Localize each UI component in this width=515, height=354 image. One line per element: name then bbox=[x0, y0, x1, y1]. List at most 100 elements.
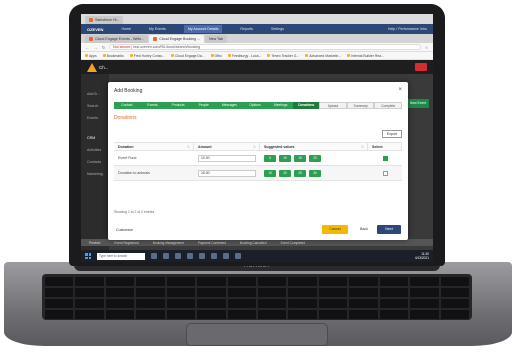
suggested-cell: 5 10 15 20 bbox=[260, 154, 368, 162]
step-summary[interactable]: Summary bbox=[346, 102, 375, 109]
table-header: Donation ⇅ Amount ⇅ Suggested values ⇅ Sele… bbox=[114, 142, 402, 151]
status-strip: Preview Event Registered Booking Managem… bbox=[81, 239, 433, 246]
column-header-suggested[interactable]: Suggested values ⇅ bbox=[260, 143, 368, 150]
app-red-button[interactable] bbox=[415, 63, 427, 71]
task-view-icon[interactable] bbox=[151, 253, 157, 259]
chrome-icon[interactable] bbox=[187, 253, 193, 259]
bookmark[interactable]: Bookmarks bbox=[102, 54, 124, 58]
outlook-icon[interactable] bbox=[199, 253, 205, 259]
step-meetings[interactable]: Meetings bbox=[267, 102, 294, 109]
sidebar-item-activities[interactable]: Activities bbox=[87, 148, 101, 152]
step-upload[interactable]: Upload bbox=[319, 102, 347, 109]
bookmark[interactable]: Feedburgy - Loca... bbox=[227, 54, 261, 58]
customise-link[interactable]: Customise bbox=[116, 228, 133, 232]
nav-settings[interactable]: Settings bbox=[271, 27, 284, 31]
keyboard-key bbox=[227, 277, 256, 286]
bookmark[interactable]: Cloud Engage Da... bbox=[170, 54, 205, 58]
suggested-value-button[interactable]: 5 bbox=[264, 154, 276, 162]
keyboard-key bbox=[45, 288, 74, 297]
keyboard-key bbox=[197, 299, 226, 308]
cancel-button[interactable]: Cancel bbox=[322, 225, 348, 234]
step-messages[interactable]: Messages bbox=[216, 102, 243, 109]
edge-icon[interactable] bbox=[163, 253, 169, 259]
section-title: Donations bbox=[114, 115, 137, 121]
word-icon[interactable] bbox=[223, 253, 229, 259]
sidebar-item-add-booking[interactable]: Add B... bbox=[87, 92, 100, 96]
bookmark[interactable]: Internal Builder Rea... bbox=[347, 54, 384, 58]
app-sidebar: Add B... Search Events CRM Activities Co… bbox=[81, 74, 109, 250]
amount-input[interactable]: 15.00 bbox=[198, 169, 256, 177]
select-checkbox[interactable] bbox=[383, 155, 388, 161]
suggested-value-button[interactable]: 30 bbox=[309, 169, 321, 177]
keyboard-key bbox=[379, 288, 409, 297]
back-arrow-icon[interactable]: ← bbox=[85, 45, 90, 50]
keyboard-key bbox=[349, 288, 378, 297]
sidebar-item-events[interactable]: Events bbox=[87, 116, 98, 120]
suggested-value-button[interactable]: 20 bbox=[309, 154, 321, 162]
bookmark[interactable]: Teneo Tracker G... bbox=[267, 54, 299, 58]
next-button[interactable]: Next bbox=[377, 225, 401, 234]
nav-help[interactable]: Help / Performance Intro bbox=[388, 27, 427, 31]
column-header-amount[interactable]: Amount ⇅ bbox=[194, 143, 260, 150]
keyboard-key bbox=[227, 288, 256, 297]
suggested-value-button[interactable]: 25 bbox=[294, 169, 306, 177]
star-icon[interactable]: ☆ bbox=[424, 45, 429, 50]
amount-input[interactable]: 10.00 bbox=[198, 154, 256, 162]
back-button[interactable]: Back bbox=[354, 225, 374, 234]
nav-account[interactable]: My Account Details bbox=[183, 25, 223, 33]
taskbar-clock[interactable]: 11:30 4/13/2021 bbox=[415, 252, 429, 260]
step-events[interactable]: Events bbox=[139, 102, 166, 109]
address-bar: ← → ↻ Not secure | test.ozeven.com/RIL/b… bbox=[81, 43, 433, 52]
add-booking-modal: Add Booking × Contact Events Products Pe… bbox=[108, 82, 408, 240]
bookmark[interactable]: Fred Hurley Conso... bbox=[129, 54, 165, 58]
amount-cell: 10.00 bbox=[194, 154, 260, 162]
step-complete[interactable]: Complete bbox=[374, 102, 403, 109]
entries-info: Showing 1 to 2 of 2 entries bbox=[114, 210, 155, 214]
keyboard-key bbox=[166, 288, 196, 297]
browser-tab-active[interactable]: Cloud Engage Booking ... bbox=[149, 35, 205, 43]
browser-tab[interactable]: New Tab bbox=[205, 35, 227, 43]
suggested-value-button[interactable]: 15 bbox=[294, 154, 306, 162]
excel-icon[interactable] bbox=[211, 253, 217, 259]
export-button[interactable]: Export bbox=[382, 130, 402, 138]
nav-events[interactable]: My Events bbox=[149, 27, 166, 31]
step-options[interactable]: Options bbox=[242, 102, 268, 109]
taskbar-search[interactable]: Type here to search bbox=[97, 252, 145, 260]
sidebar-item-search[interactable]: Search bbox=[87, 104, 98, 108]
step-products[interactable]: Products bbox=[165, 102, 191, 109]
select-cell bbox=[368, 170, 402, 176]
keyboard bbox=[42, 274, 472, 320]
suggested-value-button[interactable]: 20 bbox=[279, 169, 291, 177]
teams-icon[interactable] bbox=[235, 253, 241, 259]
file-explorer-icon[interactable] bbox=[175, 253, 181, 259]
bookmark-apps[interactable]: Apps bbox=[85, 54, 97, 58]
select-cell bbox=[368, 155, 402, 161]
sidebar-item-marketing[interactable]: Marketing bbox=[87, 172, 103, 176]
keyboard-key bbox=[288, 310, 317, 319]
step-donations[interactable]: Donations bbox=[293, 102, 320, 109]
tab-favicon bbox=[153, 37, 158, 41]
step-contact[interactable]: Contact bbox=[114, 102, 140, 109]
suggested-value-button[interactable]: 10 bbox=[279, 154, 291, 162]
bookmark[interactable]: Advanced Marketin... bbox=[305, 54, 341, 58]
sidebar-item-crm[interactable]: CRM bbox=[87, 136, 95, 140]
nav-reports[interactable]: Reports bbox=[240, 27, 253, 31]
bookmark[interactable]: Ofbo bbox=[210, 54, 222, 58]
windows-start-icon[interactable] bbox=[85, 253, 91, 259]
column-header-donation[interactable]: Donation ⇅ bbox=[114, 143, 194, 150]
select-checkbox[interactable] bbox=[383, 170, 388, 176]
forward-arrow-icon[interactable]: → bbox=[93, 45, 98, 50]
nav-home[interactable]: Home bbox=[121, 27, 131, 31]
suggested-cell: 15 20 25 30 bbox=[260, 169, 368, 177]
reload-icon[interactable]: ↻ bbox=[101, 45, 106, 50]
new-event-button[interactable]: New Event bbox=[407, 99, 429, 108]
keyboard-key bbox=[349, 310, 378, 319]
step-people[interactable]: People bbox=[190, 102, 217, 109]
browser-tab[interactable]: Salesforce Hi... bbox=[85, 16, 124, 24]
close-icon[interactable]: × bbox=[398, 87, 402, 93]
url-field[interactable]: Not secure | test.ozeven.com/RIL/book/se… bbox=[109, 44, 421, 50]
tab-label: Cloud Engage Events - Write... bbox=[95, 37, 145, 41]
suggested-value-button[interactable]: 15 bbox=[264, 169, 276, 177]
sidebar-item-contacts[interactable]: Contacts bbox=[87, 160, 101, 164]
browser-tab[interactable]: Cloud Engage Events - Write... bbox=[85, 35, 149, 43]
